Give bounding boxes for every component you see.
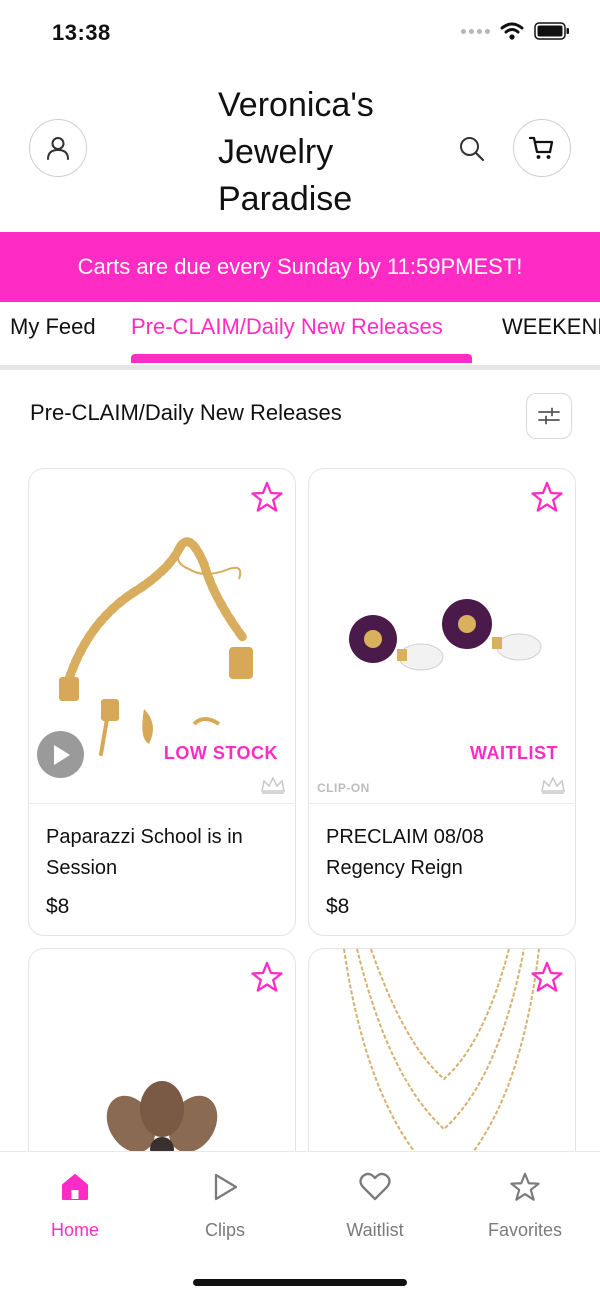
banner-text: Carts are due every Sunday by 11:59PMEST… <box>77 254 523 279</box>
tab-home[interactable]: Home <box>15 1170 135 1241</box>
tab-clips-label: Clips <box>204 1220 245 1240</box>
status-icons <box>461 22 570 40</box>
status-bar: 13:38 <box>0 0 600 64</box>
product-image[interactable]: LOW STOCK <box>29 469 294 804</box>
product-name: PRECLAIM 08/08 Regency Reign <box>326 826 484 879</box>
sliders-icon <box>538 407 560 425</box>
play-video-button[interactable] <box>37 731 84 778</box>
product-price: $8 <box>326 895 350 918</box>
status-time: 13:38 <box>52 20 111 45</box>
cart-icon <box>528 136 554 159</box>
tab-home-label: Home <box>50 1220 99 1240</box>
star-icon <box>510 1172 540 1201</box>
play-icon <box>53 744 70 765</box>
crown-icon <box>540 775 566 800</box>
user-icon <box>47 137 69 160</box>
search-button[interactable] <box>454 131 490 167</box>
cart-button[interactable] <box>513 119 571 177</box>
tab-favorites[interactable]: Favorites <box>465 1170 585 1241</box>
tab-my-feed[interactable]: My Feed <box>10 314 96 364</box>
signal-dots-icon <box>461 28 490 34</box>
search-icon <box>460 137 485 162</box>
favorite-star-button[interactable] <box>529 959 565 995</box>
favorite-star-button[interactable] <box>529 479 565 515</box>
tab-favorites-label: Favorites <box>487 1220 563 1240</box>
category-tabs: My Feed Pre-CLAIM/Daily New Releases WEE… <box>0 302 600 370</box>
home-icon <box>62 1174 88 1200</box>
heart-icon <box>359 1172 391 1201</box>
crown-icon <box>260 775 286 800</box>
product-price: $8 <box>46 895 70 918</box>
filter-button[interactable] <box>526 393 572 439</box>
tab-weekend[interactable]: WEEKEND <box>502 314 600 364</box>
active-tab-indicator <box>131 354 472 363</box>
section-title: Pre-CLAIM/Daily New Releases <box>30 400 342 425</box>
bottom-tab-bar: Home Clips Waitlist Favorites <box>0 1151 600 1299</box>
stock-badge: WAITLIST <box>470 743 558 763</box>
star-icon <box>531 481 563 512</box>
star-icon <box>251 961 283 992</box>
stock-badge: LOW STOCK <box>163 743 278 763</box>
tab-clips[interactable]: Clips <box>165 1170 285 1241</box>
store-header: Veronica's Jewelry Paradise <box>0 64 600 232</box>
favorite-star-button[interactable] <box>249 959 285 995</box>
tab-waitlist[interactable]: Waitlist <box>315 1170 435 1241</box>
profile-button[interactable] <box>29 119 87 177</box>
product-image[interactable]: WAITLIST CLIP-ON <box>309 469 574 804</box>
star-icon <box>531 961 563 992</box>
product-card[interactable]: LOW STOCK Paparazzi School is in Session… <box>28 468 296 936</box>
home-indicator <box>193 1279 407 1286</box>
clip-on-tag: CLIP-ON <box>317 781 370 795</box>
play-icon <box>214 1173 238 1201</box>
announcement-banner: Carts are due every Sunday by 11:59PMEST… <box>0 232 600 302</box>
wifi-icon <box>500 22 524 40</box>
tab-waitlist-label: Waitlist <box>346 1220 404 1240</box>
battery-icon <box>534 22 569 40</box>
favorite-star-button[interactable] <box>249 479 285 515</box>
store-title: Veronica's Jewelry Paradise <box>218 86 374 218</box>
star-icon <box>251 481 283 512</box>
product-card[interactable]: WAITLIST CLIP-ON PRECLAIM 08/08 Regency … <box>308 468 576 936</box>
product-name: Paparazzi School is in Session <box>46 826 243 879</box>
